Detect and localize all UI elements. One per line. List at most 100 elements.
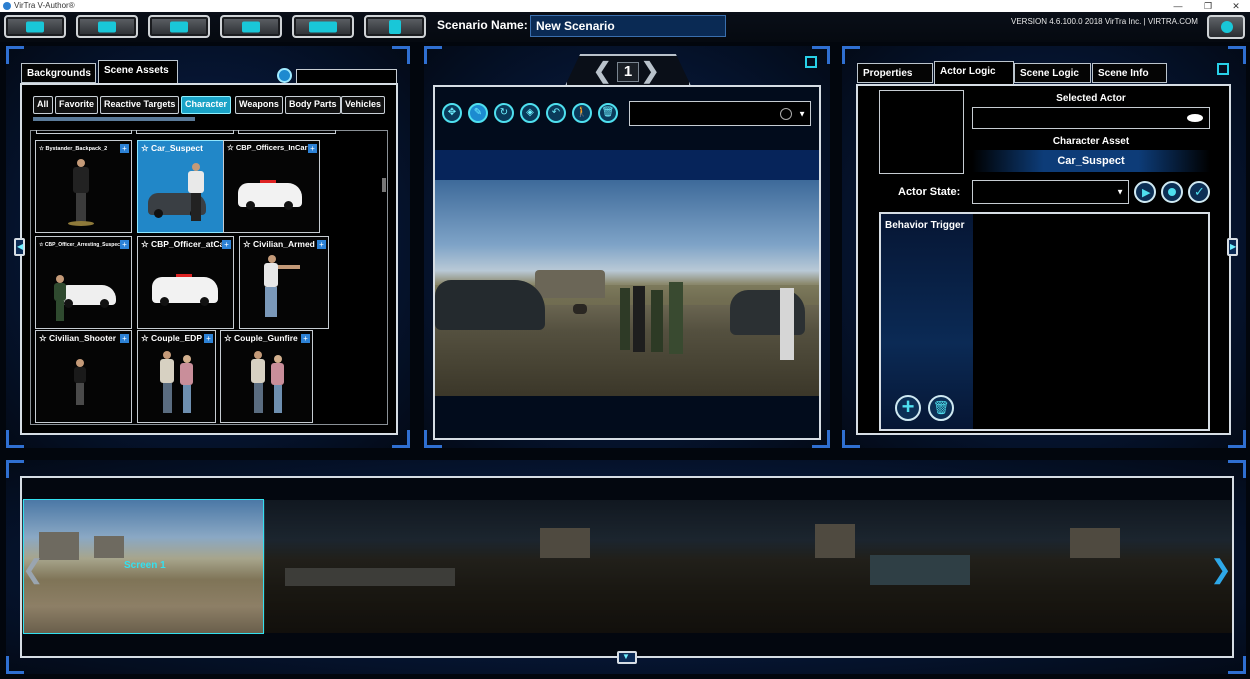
help-button[interactable]: [1207, 15, 1245, 39]
asset-card-cbp-officer-arresting-suspect[interactable]: ☆ CBP_Officer_Arresting_Suspect +: [35, 236, 132, 329]
asset-card-couple-edp[interactable]: ☆ Couple_EDP +: [137, 330, 216, 423]
add-asset-button[interactable]: +: [120, 144, 129, 153]
tab-properties[interactable]: Properties: [857, 63, 933, 83]
screen-thumbnail-1[interactable]: Screen 1: [23, 499, 264, 634]
add-asset-button[interactable]: +: [308, 144, 317, 153]
open-scenario-button[interactable]: [76, 15, 138, 38]
expand-icon[interactable]: [1217, 63, 1229, 75]
filter-body-parts[interactable]: Body Parts: [285, 96, 341, 114]
search-icon[interactable]: [277, 68, 292, 83]
chevron-left-icon: ❮: [22, 554, 44, 584]
visibility-icon[interactable]: [1187, 114, 1203, 122]
asset-card-car-suspect[interactable]: ☆ Car_Suspect +: [137, 140, 234, 233]
collapse-filmstrip-button[interactable]: ▼: [617, 651, 637, 664]
move-tool[interactable]: ✥: [442, 103, 462, 123]
walk-icon: 🚶: [575, 107, 589, 118]
filter-vehicles[interactable]: Vehicles: [341, 96, 386, 114]
dog: [573, 304, 587, 314]
version-text: VERSION 4.6.100.0 2018 VirTra Inc. | VIR…: [1011, 17, 1198, 26]
asset-grid-scrollbar[interactable]: [382, 178, 386, 192]
filter-character[interactable]: Character: [181, 96, 232, 114]
next-screen-button[interactable]: ❯: [641, 58, 659, 84]
filter-reactive-targets[interactable]: Reactive Targets: [100, 96, 180, 114]
edit-tool[interactable]: ✎: [468, 103, 488, 123]
collapse-left-button[interactable]: ◀: [14, 238, 25, 256]
open-scenario-icon: [98, 21, 116, 32]
asset-card-civilian-shooter[interactable]: ☆ Civilian_Shooter +: [35, 330, 132, 423]
flip-icon: ◈: [526, 107, 534, 118]
window-titlebar: VirTra V-Author® — ❐ ✕: [0, 0, 1250, 12]
suspect-figure: [780, 288, 794, 360]
add-trigger-button[interactable]: +: [895, 395, 921, 421]
asset-card-cbp-officer-atcar[interactable]: ☆ CBP_Officer_atCar +: [137, 236, 234, 329]
add-asset-button[interactable]: +: [204, 334, 213, 343]
filter-scrollbar[interactable]: [33, 117, 195, 121]
confirm-button[interactable]: ✓: [1188, 181, 1210, 203]
undo-tool[interactable]: ↶: [546, 103, 566, 123]
filmstrip-next-button[interactable]: ❯: [1210, 554, 1232, 585]
delete-tool[interactable]: 🗑: [598, 103, 618, 123]
tab-backgrounds[interactable]: Backgrounds: [21, 63, 96, 83]
expand-icon[interactable]: [805, 56, 817, 68]
edit-icon: ✎: [473, 107, 483, 118]
filter-favorite[interactable]: Favorite: [55, 96, 99, 114]
rotate-tool[interactable]: ↻: [494, 103, 514, 123]
window-title: VirTra V-Author®: [14, 1, 75, 10]
actor-select-dropdown[interactable]: ▼: [629, 101, 811, 126]
selected-actor-field[interactable]: [972, 107, 1210, 129]
new-scenario-button[interactable]: [4, 15, 66, 38]
walk-tool[interactable]: 🚶: [572, 103, 592, 123]
add-asset-button[interactable]: +: [120, 240, 129, 249]
close-button[interactable]: ✕: [1226, 0, 1246, 12]
minimize-button[interactable]: —: [1168, 0, 1188, 12]
filter-all[interactable]: All: [33, 96, 53, 114]
collapse-right-button[interactable]: ▶: [1227, 238, 1238, 256]
playback-button[interactable]: [292, 15, 354, 38]
delete-trigger-button[interactable]: 🗑: [928, 395, 954, 421]
container: [870, 555, 970, 585]
tab-scene-logic[interactable]: Scene Logic: [1014, 63, 1091, 83]
bunker: [39, 532, 79, 560]
lock-icon[interactable]: [780, 108, 792, 120]
scene-preview: [435, 180, 819, 396]
help-icon: [1221, 21, 1233, 33]
flip-tool[interactable]: ◈: [520, 103, 540, 123]
tab-actor-logic[interactable]: Actor Logic: [934, 61, 1014, 84]
play-state-button[interactable]: ▶: [1134, 181, 1156, 203]
prev-screen-button[interactable]: ❮: [593, 58, 611, 84]
asset-search-input[interactable]: [296, 69, 397, 84]
asset-card-cbp-officers-incar[interactable]: ☆ CBP_Officers_InCar +: [223, 140, 320, 233]
officer-figure: [620, 288, 630, 350]
scenario-name-input[interactable]: New Scenario: [530, 15, 726, 37]
filmstrip-prev-button[interactable]: ❮: [22, 554, 44, 585]
screen-label: Screen 1: [124, 560, 166, 571]
chevron-right-icon: ▶: [1230, 242, 1237, 251]
asset-card-couple-gunfire[interactable]: ☆ Couple_Gunfire +: [220, 330, 313, 423]
asset-name: ☆ CBP_Officer_Arresting_Suspect: [39, 242, 122, 248]
media-icon: [242, 21, 260, 32]
panorama-dim-overlay: [265, 500, 1232, 633]
add-asset-button[interactable]: +: [301, 334, 310, 343]
keyframe-icon: [1168, 188, 1176, 196]
keyframe-button[interactable]: [1161, 181, 1183, 203]
plus-icon: +: [901, 394, 915, 419]
tab-scene-assets[interactable]: Scene Assets: [98, 60, 178, 83]
chevron-down-icon: ▼: [1116, 187, 1124, 197]
add-asset-button[interactable]: +: [120, 334, 129, 343]
add-asset-button[interactable]: +: [317, 240, 326, 249]
export-button[interactable]: [364, 15, 426, 38]
save-button[interactable]: [148, 15, 210, 38]
media-button[interactable]: [220, 15, 282, 38]
tab-scene-info[interactable]: Scene Info: [1092, 63, 1167, 83]
corner-decor: [842, 46, 860, 64]
asset-card-bystander-backpack-2[interactable]: ☆ Bystander_Backpack_2 +: [35, 140, 132, 233]
asset-card-civilian-armed[interactable]: ☆ Civilian_Armed +: [239, 236, 329, 329]
chevron-down-icon: ▼: [798, 109, 806, 118]
maximize-button[interactable]: ❐: [1198, 0, 1218, 12]
add-asset-button[interactable]: +: [222, 240, 231, 249]
app-logo-icon: [3, 2, 11, 10]
bunker: [94, 536, 124, 558]
car-thumbnail: [58, 285, 116, 308]
filter-weapons[interactable]: Weapons: [235, 96, 283, 114]
actor-state-dropdown[interactable]: ▼: [972, 180, 1129, 204]
